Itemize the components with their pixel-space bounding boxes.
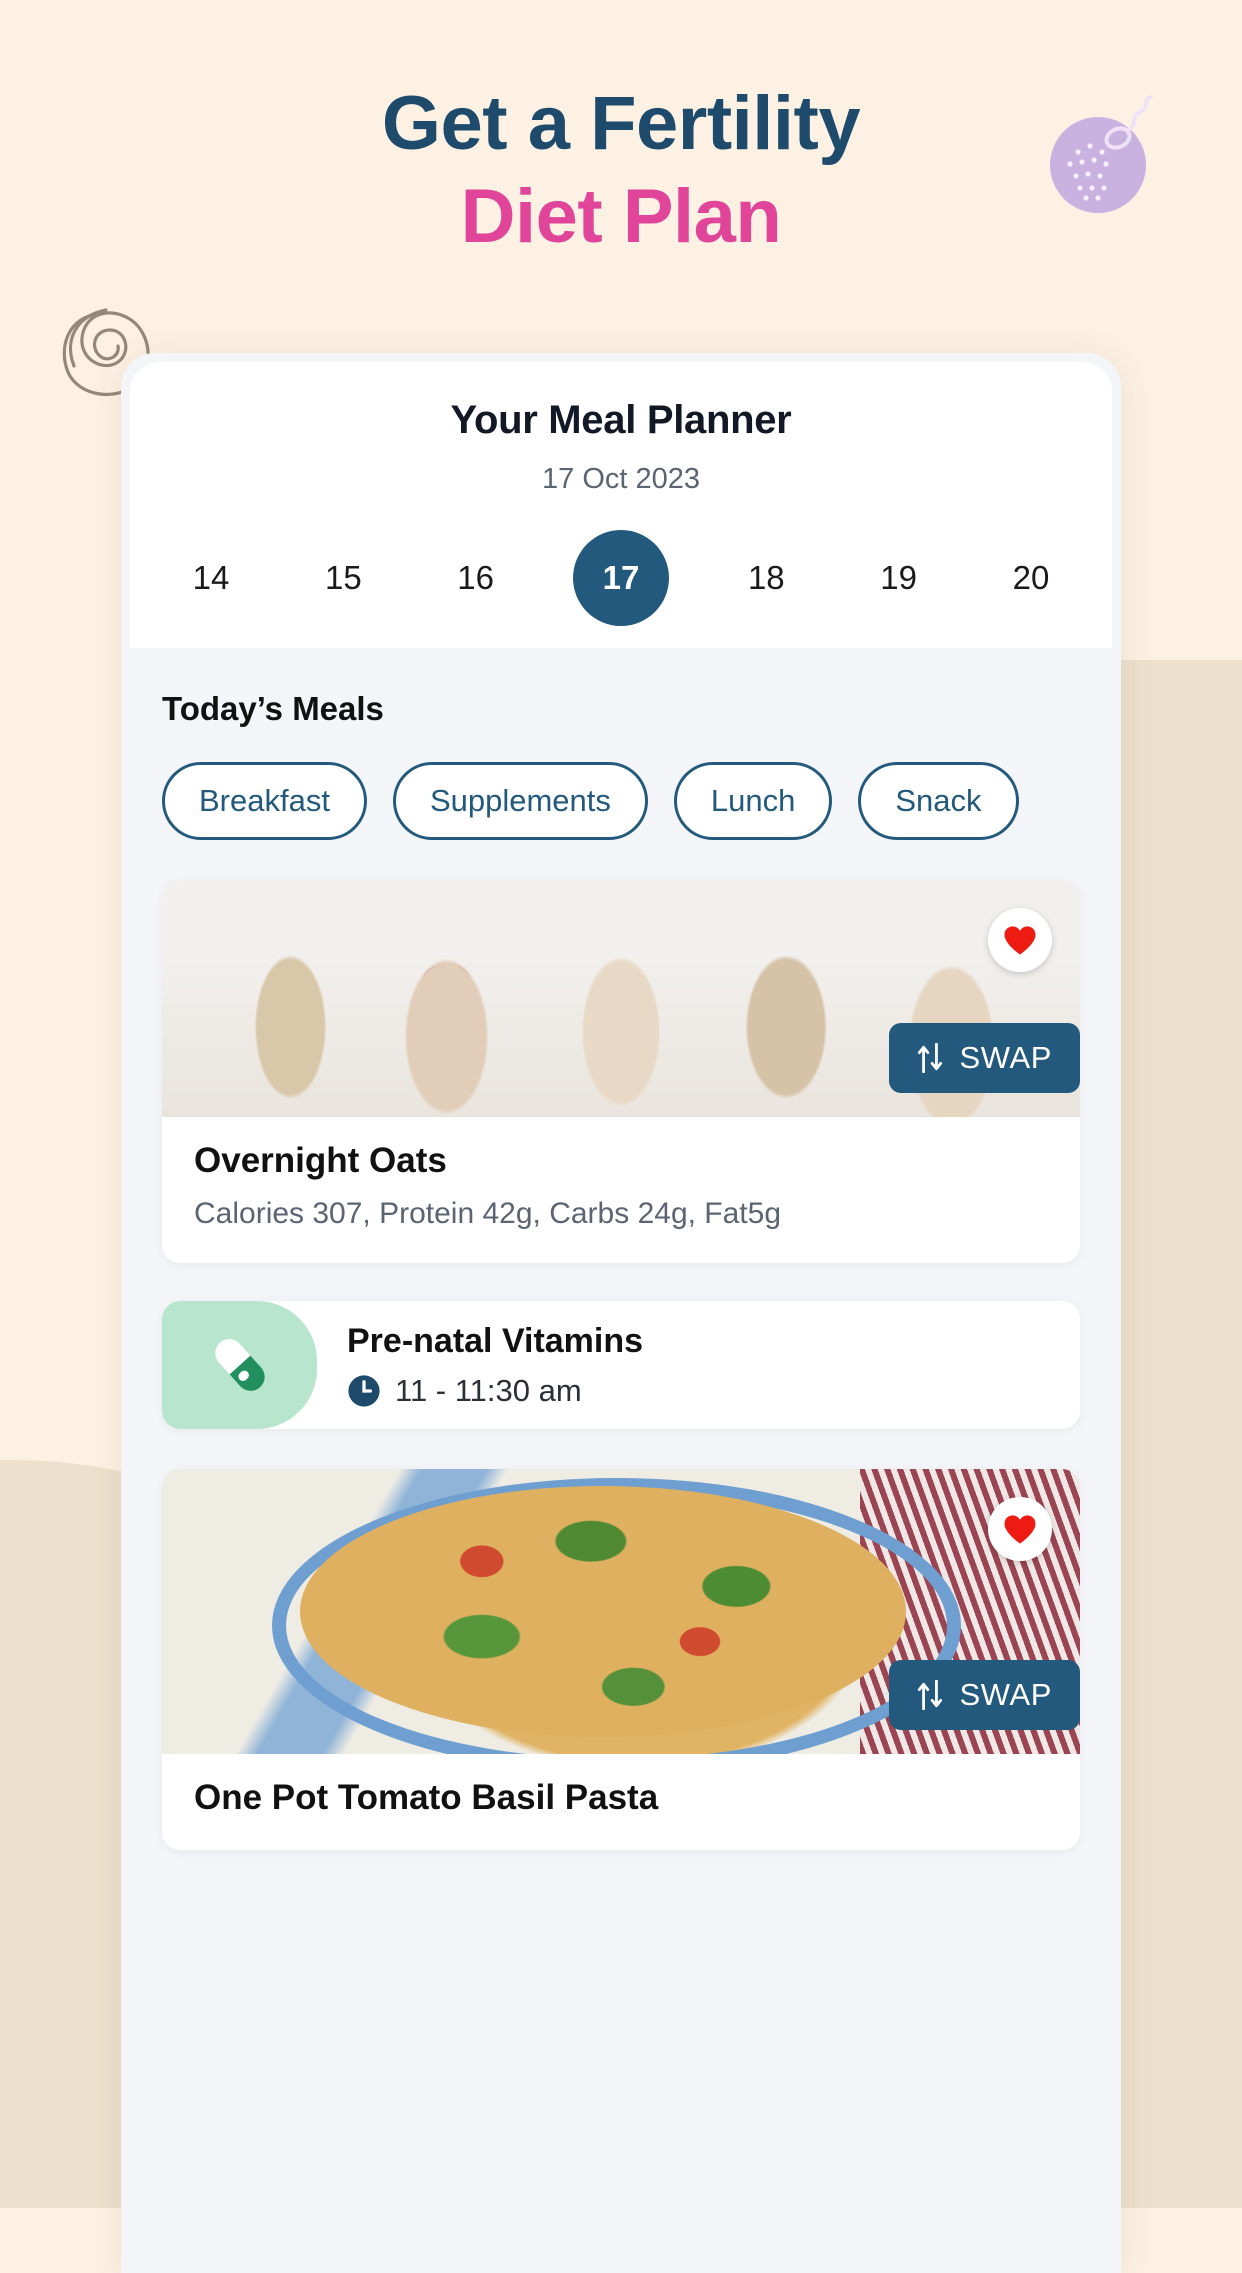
supplement-card-prenatal-vitamins[interactable]: Pre-natal Vitamins 11 - 11:30 am (162, 1301, 1080, 1429)
egg-sperm-icon (1050, 95, 1153, 213)
swap-button-label: SWAP (959, 1040, 1052, 1075)
phone-mockup: Your Meal Planner 17 Oct 2023 14 15 16 1… (121, 353, 1121, 2273)
meal-info-overnight-oats: Overnight Oats Calories 307, Protein 42g… (162, 1117, 1080, 1263)
meal-card-one-pot-tomato-basil-pasta[interactable]: SWAP One Pot Tomato Basil Pasta (162, 1469, 1080, 1850)
meal-planner-panel: Your Meal Planner 17 Oct 2023 14 15 16 1… (130, 362, 1112, 648)
planner-date: 17 Oct 2023 (542, 463, 700, 495)
heart-icon (1004, 1514, 1036, 1544)
date-cell-20[interactable]: 20 (996, 530, 1066, 626)
heart-icon (1004, 925, 1036, 955)
chip-lunch[interactable]: Lunch (673, 762, 833, 840)
supplement-text-block: Pre-natal Vitamins 11 - 11:30 am (317, 1301, 643, 1429)
meal-macros: Calories 307, Protein 42g, Carbs 24g, Fa… (194, 1197, 782, 1230)
supplement-icon-container (162, 1301, 317, 1429)
date-cell-14[interactable]: 14 (176, 530, 246, 626)
pill-capsule-icon (214, 1339, 265, 1391)
chip-supplements[interactable]: Supplements (392, 762, 648, 840)
meal-type-chip-row[interactable]: Breakfast Supplements Lunch Snack (130, 762, 1112, 840)
swap-arrows-icon (918, 1043, 943, 1073)
chip-breakfast[interactable]: Breakfast (162, 762, 367, 840)
planner-title: Your Meal Planner (450, 398, 792, 442)
supplement-time: 11 - 11:30 am (395, 1372, 582, 1408)
meal-name: One Pot Tomato Basil Pasta (194, 1778, 659, 1817)
date-cell-18[interactable]: 18 (731, 530, 801, 626)
supplement-name: Pre-natal Vitamins (347, 1321, 644, 1360)
date-cell-19[interactable]: 19 (864, 530, 934, 626)
todays-meals-section: Today’s Meals Breakfast Supplements Lunc… (121, 648, 1121, 840)
meal-photo-one-pot-pasta: SWAP (162, 1469, 1080, 1754)
meal-photo-pot (299, 1486, 906, 1737)
clock-icon (348, 1374, 380, 1407)
swap-button-label: SWAP (959, 1677, 1052, 1712)
chip-snack[interactable]: Snack (858, 762, 1019, 840)
meal-info-one-pot-pasta: One Pot Tomato Basil Pasta (162, 1754, 1080, 1850)
meal-photo-overnight-oats: SWAP (162, 880, 1080, 1117)
date-cell-15[interactable]: 15 (308, 530, 378, 626)
date-cell-16[interactable]: 16 (441, 530, 511, 626)
swap-button-overnight-oats[interactable]: SWAP (889, 1023, 1080, 1093)
supplement-time-row: 11 - 11:30 am (347, 1373, 643, 1409)
date-strip[interactable]: 14 15 16 17 18 19 20 (130, 530, 1112, 626)
favorite-button-overnight-oats[interactable] (988, 908, 1052, 972)
meal-name: Overnight Oats (194, 1141, 447, 1180)
swap-button-one-pot-pasta[interactable]: SWAP (889, 1660, 1080, 1730)
todays-meals-heading: Today’s Meals (162, 690, 384, 727)
favorite-button-one-pot-pasta[interactable] (988, 1497, 1052, 1561)
meal-card-overnight-oats[interactable]: SWAP Overnight Oats Calories 307, Protei… (162, 880, 1080, 1263)
swap-arrows-icon (918, 1680, 943, 1710)
date-cell-17-selected[interactable]: 17 (572, 530, 669, 626)
